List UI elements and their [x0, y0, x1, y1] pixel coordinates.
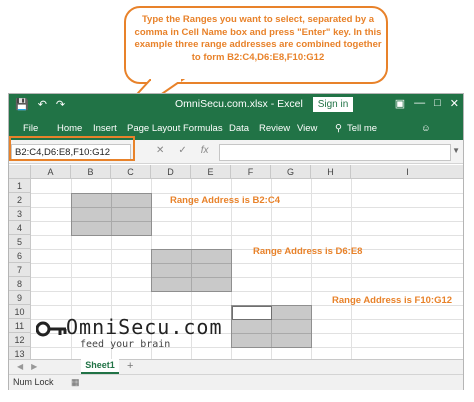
tab-insert[interactable]: Insert — [93, 123, 117, 134]
logo-wordmark: OmniSecu.com — [66, 315, 223, 339]
column-header-d[interactable]: D — [151, 165, 191, 179]
row-header-7[interactable]: 7 — [9, 263, 31, 277]
instruction-callout: Type the Ranges you want to select, sepa… — [124, 6, 388, 84]
tab-page-layout[interactable]: Page Layout — [127, 123, 180, 134]
active-cell[interactable] — [232, 306, 272, 320]
tab-data[interactable]: Data — [229, 123, 249, 134]
close-icon[interactable]: ✕ — [450, 97, 459, 110]
row-header-12[interactable]: 12 — [9, 333, 31, 347]
tab-file[interactable]: File — [23, 123, 38, 134]
tab-view[interactable]: View — [297, 123, 317, 134]
column-header-f[interactable]: F — [231, 165, 271, 179]
logo-tagline: feed your brain — [80, 339, 171, 350]
selected-range-d6-e8[interactable] — [151, 249, 232, 292]
row-header-6[interactable]: 6 — [9, 249, 31, 263]
tab-tell-me[interactable]: Tell me — [347, 123, 377, 134]
row-header-8[interactable]: 8 — [9, 277, 31, 291]
minimize-icon[interactable]: — — [414, 97, 425, 110]
window-controls: ▣ — □ ✕ — [395, 97, 459, 110]
gridline — [31, 249, 463, 250]
cell-divider — [191, 250, 192, 291]
column-header-a[interactable]: A — [31, 165, 71, 179]
maximize-icon[interactable]: □ — [434, 97, 441, 110]
select-all-corner[interactable] — [9, 165, 31, 179]
row-header-13[interactable]: 13 — [9, 347, 31, 359]
column-header-h[interactable]: H — [311, 165, 351, 179]
row-header-1[interactable]: 1 — [9, 179, 31, 193]
cell-divider — [152, 277, 231, 278]
selected-range-f10-g12[interactable] — [231, 305, 312, 348]
previous-sheet-icon[interactable]: ◀ — [17, 362, 23, 371]
num-lock-status: Num Lock — [13, 377, 54, 387]
document-title: OmniSecu.com.xlsx - Excel — [175, 98, 303, 110]
cell-divider — [111, 194, 112, 235]
ribbon-display-icon[interactable]: ▣ — [395, 97, 405, 110]
row-header-10[interactable]: 10 — [9, 305, 31, 319]
gridline — [31, 263, 463, 264]
omnisecu-logo: OmniSecu.com feed your brain — [36, 315, 222, 351]
gridline — [351, 179, 352, 359]
lightbulb-icon[interactable]: ⚲ — [335, 123, 342, 134]
save-icon[interactable]: 💾 — [15, 98, 29, 112]
column-header-c[interactable]: C — [111, 165, 151, 179]
tab-review[interactable]: Review — [259, 123, 290, 134]
sheet-tab-sheet1[interactable]: Sheet1 — [81, 359, 119, 374]
cancel-icon[interactable]: ✕ — [156, 145, 164, 156]
range-label-f10-g12: Range Address is F10:G12 — [332, 295, 453, 306]
next-sheet-icon[interactable]: ▶ — [31, 362, 37, 371]
status-bar: Num Lock ▦ — [9, 374, 463, 390]
sheet-tabs-bar: ◀ ▶ Sheet1 + — [9, 359, 463, 374]
name-box-highlight — [9, 136, 135, 161]
formula-input[interactable] — [219, 144, 451, 161]
row-header-11[interactable]: 11 — [9, 319, 31, 333]
sheet-navigation: ◀ ▶ — [17, 362, 37, 371]
enter-icon[interactable]: ✓ — [178, 145, 186, 156]
cell-divider — [72, 207, 151, 208]
cell-divider — [152, 263, 231, 264]
formula-bar-buttons: ✕ ✓ fx — [156, 145, 209, 156]
quick-access-toolbar: 💾 ↶ ↷ — [15, 98, 65, 112]
row-header-9[interactable]: 9 — [9, 291, 31, 305]
sign-in-button[interactable]: Sign in — [313, 97, 353, 112]
key-icon — [36, 321, 67, 337]
instruction-text: Type the Ranges you want to select, sepa… — [134, 14, 382, 63]
row-header-4[interactable]: 4 — [9, 221, 31, 235]
cell-divider — [232, 333, 311, 334]
add-sheet-button[interactable]: + — [127, 360, 133, 372]
range-label-d6-e8: Range Address is D6:E8 — [253, 246, 363, 257]
title-bar: 💾 ↶ ↷ OmniSecu.com.xlsx - Excel Sign in … — [9, 94, 463, 116]
row-header-3[interactable]: 3 — [9, 207, 31, 221]
gridline — [31, 277, 463, 278]
column-header-g[interactable]: G — [271, 165, 311, 179]
row-header-5[interactable]: 5 — [9, 235, 31, 249]
row-header-2[interactable]: 2 — [9, 193, 31, 207]
gridline — [31, 291, 463, 292]
expand-formula-bar-icon[interactable]: ▼ — [452, 146, 460, 155]
column-header-e[interactable]: E — [191, 165, 231, 179]
tab-formulas[interactable]: Formulas — [183, 123, 223, 134]
insert-function-icon[interactable]: fx — [201, 145, 209, 156]
macro-record-icon[interactable]: ▦ — [71, 377, 80, 388]
tab-home[interactable]: Home — [57, 123, 82, 134]
redo-icon[interactable]: ↷ — [56, 98, 65, 112]
selected-range-b2-c4[interactable] — [71, 193, 152, 236]
undo-icon[interactable]: ↶ — [38, 98, 47, 112]
share-icon[interactable]: ☺ — [421, 123, 431, 134]
cell-divider — [72, 221, 151, 222]
column-header-b[interactable]: B — [71, 165, 111, 179]
column-header-i[interactable]: I — [351, 165, 463, 179]
range-label-b2-c4: Range Address is B2:C4 — [170, 195, 280, 206]
